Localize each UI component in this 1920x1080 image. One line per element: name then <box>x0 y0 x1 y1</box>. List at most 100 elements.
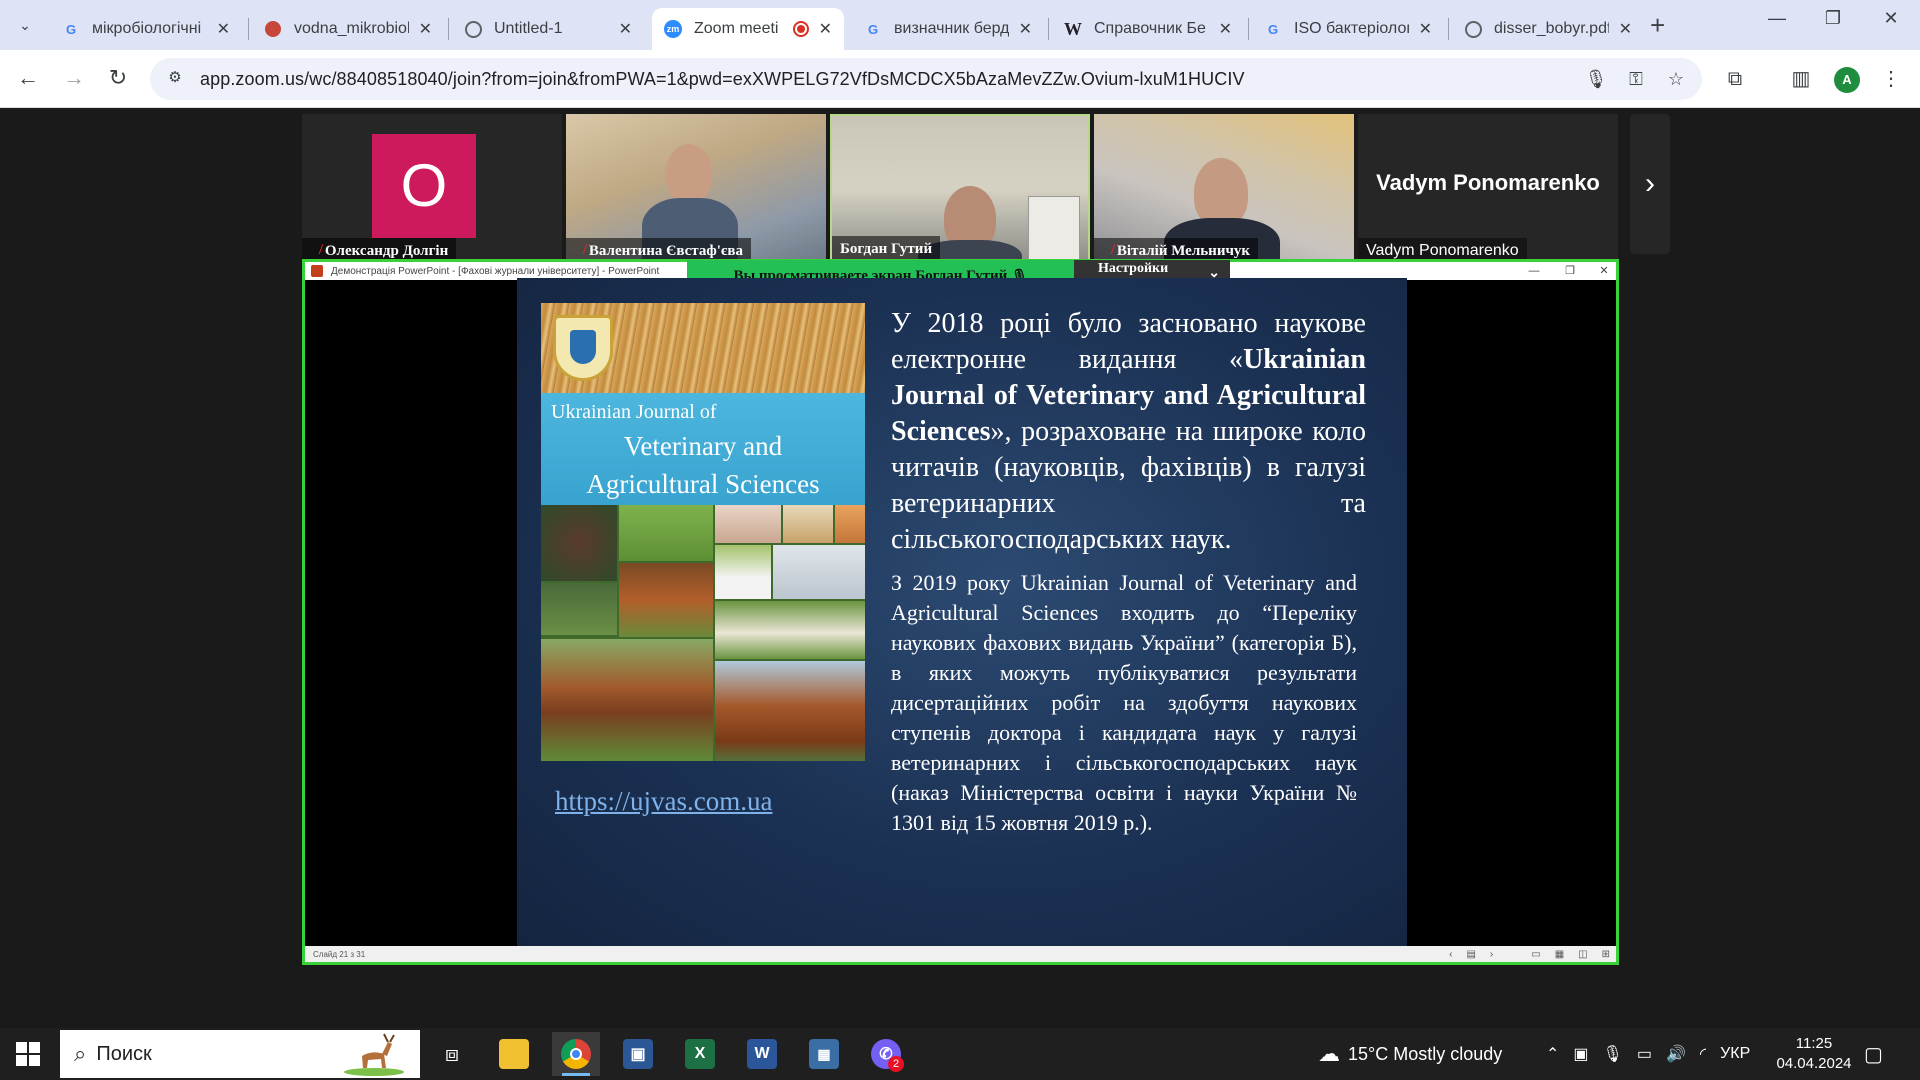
tab-title: визначник берд <box>894 20 1009 37</box>
horses-photo <box>715 661 865 761</box>
file-explorer-icon[interactable] <box>490 1032 538 1076</box>
chrome-icon[interactable] <box>552 1032 600 1076</box>
profile-avatar[interactable]: A <box>1834 67 1860 93</box>
restore-icon[interactable]: ❐ <box>1810 8 1856 29</box>
google-icon: G <box>1267 21 1279 37</box>
calculator-icon[interactable]: ▦ <box>800 1032 848 1076</box>
taskbar-search-box[interactable]: ⌕ Поиск <box>60 1030 420 1078</box>
google-icon: G <box>65 21 77 37</box>
journal-cover-image: Ukrainian Journal of Veterinary and Agric… <box>541 303 865 761</box>
animal-photo-collage <box>541 505 865 761</box>
show-hidden-icons-chevron-icon[interactable]: ⌃ <box>1546 1044 1559 1064</box>
notification-badge: 2 <box>888 1056 904 1072</box>
close-icon[interactable]: ✕ <box>1619 19 1632 39</box>
new-tab-plus-icon[interactable]: + <box>1650 10 1665 41</box>
tab-1[interactable]: vodna_mikrobiol ✕ <box>252 8 444 50</box>
close-icon[interactable]: ✕ <box>1419 19 1432 39</box>
shared-screen-window: Демонстрація PowerPoint - [Фахові журнал… <box>302 259 1619 965</box>
close-icon[interactable]: ✕ <box>819 19 832 39</box>
address-bar[interactable]: ⚙ app.zoom.us/wc/88408518040/join?from=j… <box>150 58 1702 100</box>
viber-icon[interactable]: ✆ 2 <box>862 1032 910 1076</box>
bookmark-star-icon[interactable]: ☆ <box>1662 65 1690 93</box>
powerpoint-window-title: Демонстрація PowerPoint - [Фахові журнал… <box>331 265 660 277</box>
menu-icon: ▤ <box>1466 948 1476 960</box>
participant-tile-3[interactable]: 🎙̸ Віталій Мельничук <box>1094 114 1354 264</box>
status-bar-controls: ‹ ▤ › ▭ ▦ ◫ ⊞ <box>1449 946 1610 962</box>
close-icon[interactable]: ✕ <box>1219 19 1232 39</box>
volume-icon[interactable]: 🔊 <box>1666 1044 1686 1064</box>
window-close-icon[interactable]: ✕ <box>1868 8 1914 29</box>
slide-paragraph-2: З 2019 року Ukrainian Journal of Veterin… <box>891 570 1357 835</box>
reload-icon[interactable]: ↻ <box>100 60 136 96</box>
weather-widget[interactable]: ☁ 15°C Mostly cloudy <box>1318 1028 1502 1080</box>
input-language[interactable]: УКР <box>1720 1045 1750 1063</box>
battery-icon[interactable]: ▭ <box>1637 1044 1652 1064</box>
save-disk-app-icon[interactable]: ▣ <box>614 1032 662 1076</box>
tab-search-chevron-icon[interactable]: ⌄ <box>10 10 40 40</box>
tab-7[interactable]: disser_bobyr.pdf ✕ <box>1452 8 1644 50</box>
back-arrow-icon[interactable]: ← <box>10 60 46 96</box>
excel-icon[interactable]: X <box>676 1032 724 1076</box>
ducks-photo <box>541 583 617 635</box>
system-tray: ⌃ ▣ 🎙 ▭ 🔊 ◜ УКР <box>1546 1028 1750 1080</box>
zoom-icon: zm <box>664 20 682 38</box>
pp-close-icon: ✕ <box>1599 265 1609 277</box>
microphone-icon[interactable]: 🎙 <box>1582 65 1610 93</box>
windows-start-icon[interactable] <box>16 1042 40 1066</box>
tab-title: Untitled-1 <box>494 20 563 37</box>
tab-5[interactable]: W Справочник Бе ✕ <box>1052 8 1244 50</box>
password-key-icon[interactable]: ⚿ <box>1622 65 1650 93</box>
extensions-icon[interactable]: ⧉ <box>1718 62 1752 96</box>
participant-tile-4[interactable]: Vadym Ponomarenko Vadym Ponomarenko <box>1358 114 1618 264</box>
tab-2[interactable]: Untitled-1 ✕ <box>452 8 644 50</box>
slide-sorter-icon: ▦ <box>1554 948 1565 960</box>
clock[interactable]: 11:25 04.04.2024 <box>1774 1034 1854 1074</box>
pigs-photo <box>715 505 781 543</box>
cover-title-band: Ukrainian Journal of Veterinary and Agric… <box>541 393 865 505</box>
weather-text: 15°C Mostly cloudy <box>1348 1043 1503 1064</box>
pp-restore-icon: ❐ <box>1565 265 1575 277</box>
next-slide-icon: › <box>1489 948 1494 960</box>
wifi-icon[interactable]: ◜ <box>1700 1044 1706 1064</box>
notifications-icon[interactable]: ▢ <box>1864 1028 1883 1080</box>
close-icon[interactable]: ✕ <box>1019 19 1032 39</box>
microphone-icon[interactable]: 🎙 <box>1603 1044 1623 1064</box>
next-page-chevron-icon[interactable]: › <box>1630 114 1670 254</box>
normal-view-icon: ▭ <box>1531 948 1541 960</box>
recording-icon <box>792 21 809 37</box>
participant-tile-1[interactable]: 🎙̸ Валентина Євстаф'єва <box>566 114 826 264</box>
reading-view-icon: ◫ <box>1578 948 1588 960</box>
site-settings-icon[interactable]: ⚙ <box>164 68 186 90</box>
tab-title: мікробіологічні <box>92 20 202 37</box>
tab-title: vodna_mikrobiol <box>294 20 409 37</box>
university-crest-logo <box>553 315 613 381</box>
menu-kebab-icon[interactable]: ⋮ <box>1874 62 1908 96</box>
cover-title-line2: Veterinary and Agricultural Sciences <box>586 431 820 499</box>
word-icon[interactable]: W <box>738 1032 786 1076</box>
forward-arrow-icon[interactable]: → <box>56 60 92 96</box>
prev-slide-icon: ‹ <box>1449 948 1453 960</box>
cloudy-weather-icon: ☁ <box>1318 1041 1340 1066</box>
tab-3-zoom-active[interactable]: zm Zoom meeti ✕ <box>652 8 844 50</box>
video-person <box>666 144 712 202</box>
close-icon[interactable]: ✕ <box>217 19 230 39</box>
tab-4[interactable]: G визначник берд ✕ <box>852 8 1044 50</box>
tab-title: ISO бактеріолог <box>1294 20 1409 37</box>
tab-6[interactable]: G ISO бактеріолог ✕ <box>1252 8 1444 50</box>
side-panel-icon[interactable]: ▥ <box>1784 62 1818 96</box>
close-icon[interactable]: ✕ <box>419 19 432 39</box>
url-text[interactable]: app.zoom.us/wc/88408518040/join?from=joi… <box>200 69 1582 90</box>
participant-tile-0[interactable]: О 🎙̸ Олександр Долгін <box>302 114 562 264</box>
camera-icon[interactable]: ▣ <box>1573 1044 1588 1064</box>
powerpoint-status-bar: Слайд 21 з 31 ‹ ▤ › ▭ ▦ ◫ ⊞ <box>305 946 1616 962</box>
avatar: О <box>372 134 476 238</box>
minimize-icon[interactable]: — <box>1754 8 1800 29</box>
task-view-icon[interactable]: ⧈ <box>428 1032 476 1076</box>
dog-photo <box>783 505 833 543</box>
presentation-slide: Ukrainian Journal of Veterinary and Agric… <box>517 278 1407 946</box>
participant-tile-2-active-speaker[interactable]: Богдан Гутий <box>830 114 1090 264</box>
clock-time: 11:25 <box>1795 1035 1833 1052</box>
close-icon[interactable]: ✕ <box>619 19 632 39</box>
tab-0[interactable]: G мікробіологічні ✕ <box>50 8 242 50</box>
globe-icon <box>464 20 482 38</box>
